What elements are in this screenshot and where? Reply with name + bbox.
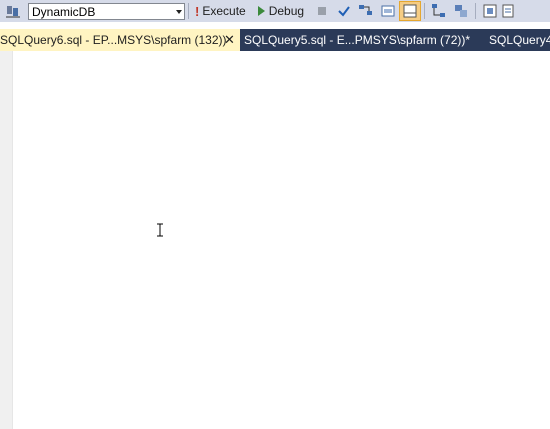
query-editor[interactable] (13, 51, 550, 429)
intellisense-icon[interactable] (479, 1, 501, 21)
execute-button[interactable]: ! Execute (192, 1, 249, 21)
display-plan-icon[interactable] (355, 1, 377, 21)
text-cursor-icon (157, 223, 163, 237)
database-selector-value: DynamicDB (32, 4, 96, 19)
stop-icon[interactable] (311, 1, 333, 21)
debug-button[interactable]: Debug (253, 1, 307, 21)
debug-icon (257, 6, 265, 16)
tab-sqlquery4[interactable]: SQLQuery4. (489, 29, 550, 51)
debug-label: Debug (268, 4, 305, 18)
results-to-file-icon[interactable] (450, 1, 472, 21)
close-icon[interactable]: ✕ (224, 29, 235, 51)
tab-label: SQLQuery4. (489, 33, 550, 47)
results-to-grid-icon[interactable] (399, 1, 422, 21)
execute-label: Execute (202, 4, 246, 18)
include-plan-icon[interactable] (428, 1, 450, 21)
client-statistics-icon[interactable] (501, 1, 515, 21)
tab-label: SQLQuery5.sql - E...PMSYS\spfarm (72))* (244, 33, 471, 47)
available-databases-icon[interactable] (0, 1, 26, 21)
tab-sqlquery5[interactable]: SQLQuery5.sql - E...PMSYS\spfarm (72))* (244, 29, 470, 51)
toolbar-separator (188, 3, 189, 19)
editor-gutter (0, 51, 13, 429)
execute-icon: ! (195, 3, 200, 19)
chevron-down-icon[interactable] (176, 9, 182, 14)
parse-check-icon[interactable] (333, 1, 355, 21)
database-selector[interactable]: DynamicDB (28, 2, 185, 20)
query-designer-icon[interactable] (377, 1, 399, 21)
toolbar-separator (424, 3, 426, 19)
toolbar-separator (475, 3, 477, 19)
document-tab-strip: SQLQuery6.sql - EP...MSYS\spfarm (132)) … (0, 29, 550, 51)
tab-sqlquery6[interactable]: SQLQuery6.sql - EP...MSYS\spfarm (132)) … (0, 29, 240, 51)
query-toolbar: DynamicDB ! Execute Debug (0, 0, 550, 22)
tab-label: SQLQuery6.sql - EP...MSYS\spfarm (132)) (0, 33, 227, 47)
